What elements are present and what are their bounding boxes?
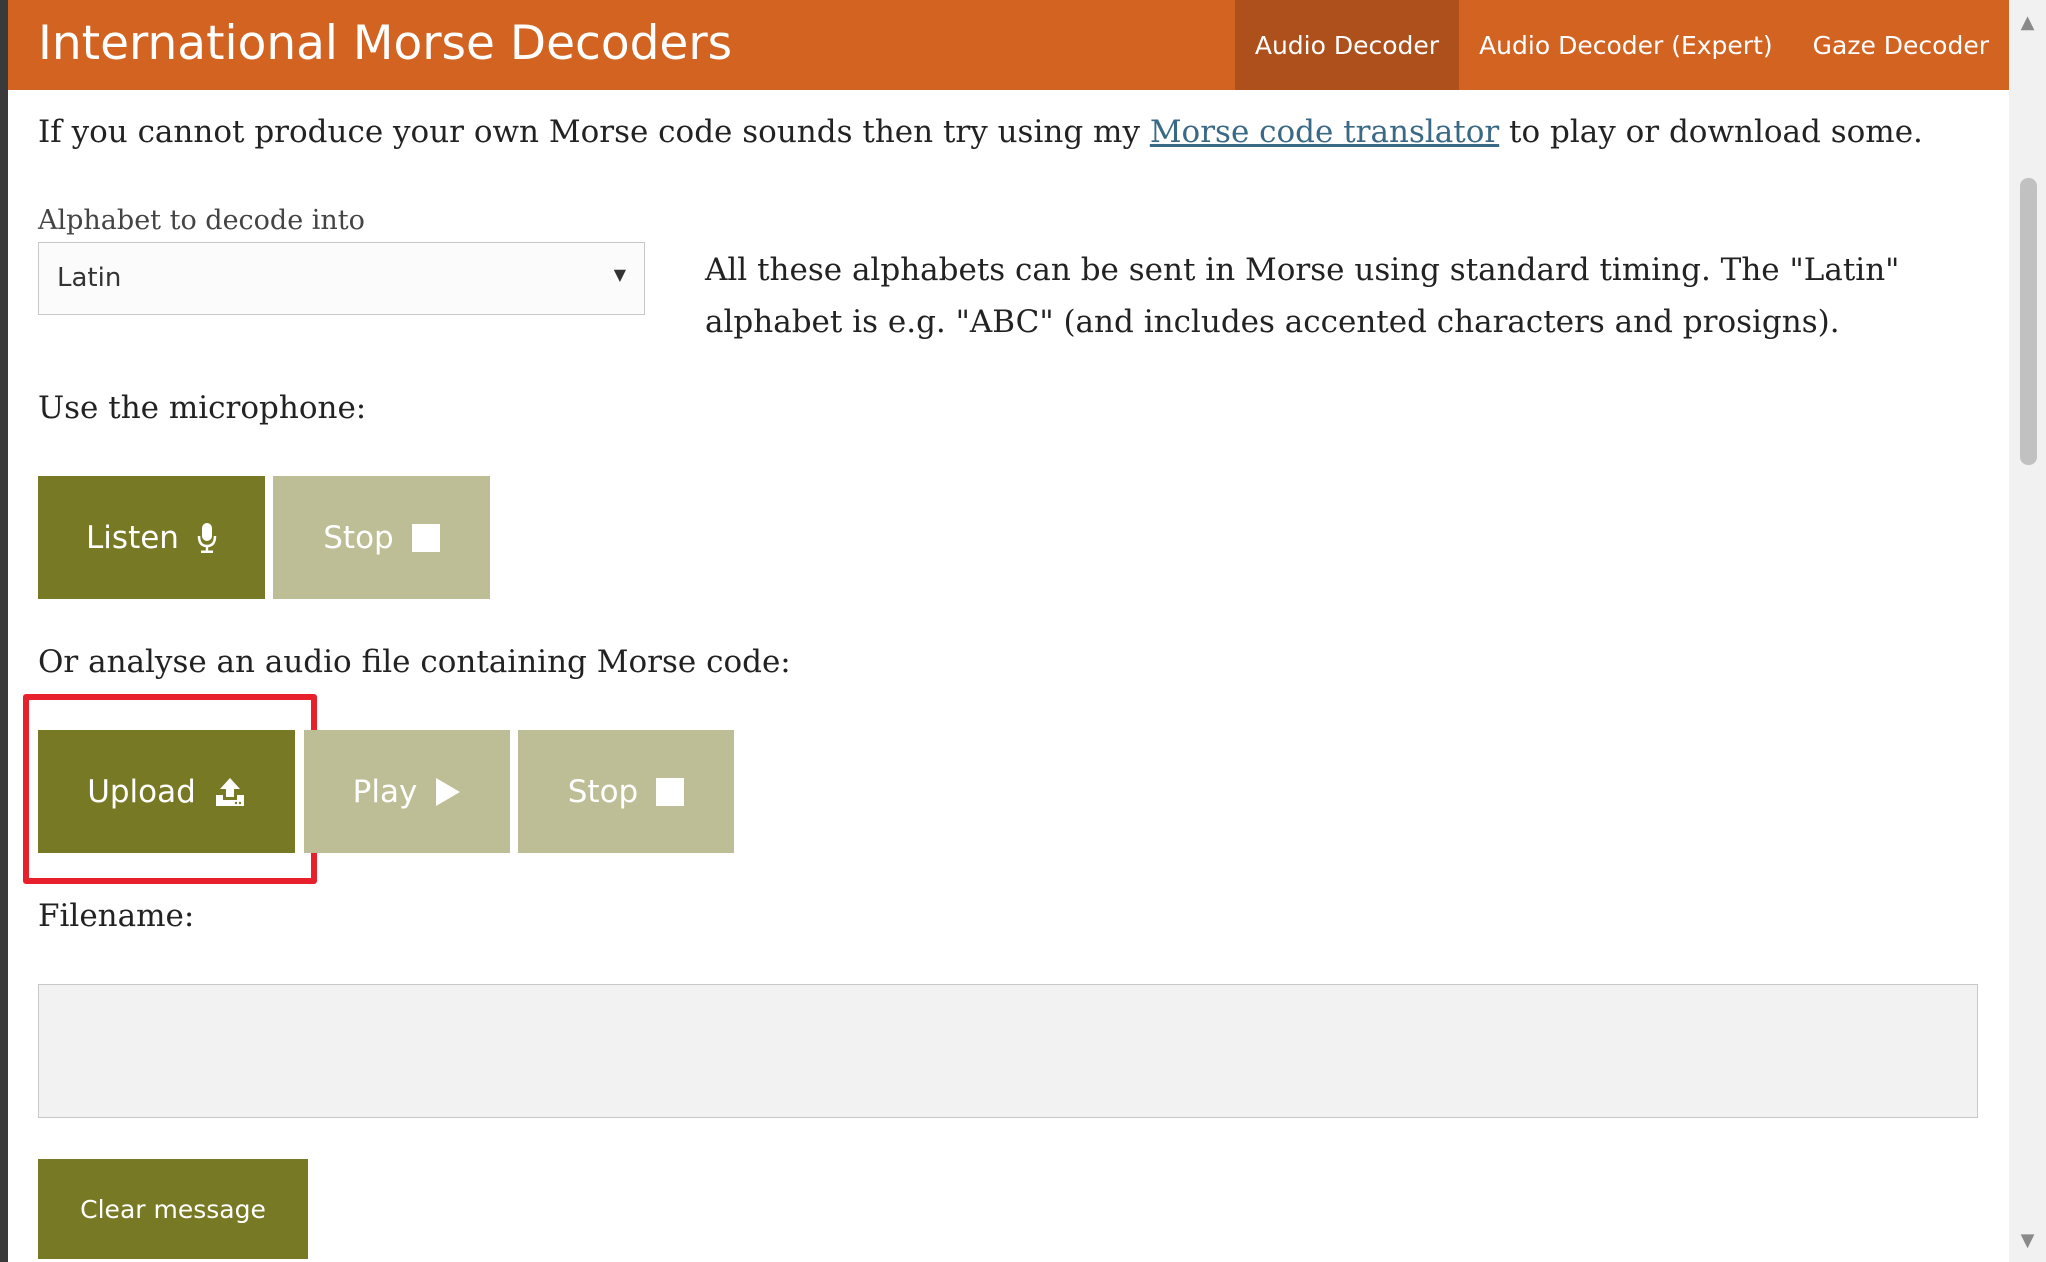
microphone-label: Use the microphone:	[38, 390, 367, 426]
nav-audio-decoder-expert[interactable]: Audio Decoder (Expert)	[1459, 0, 1793, 90]
scroll-down-arrow-icon[interactable]: ▼	[2009, 1222, 2046, 1258]
stop-square-icon	[411, 523, 440, 552]
clear-message-button[interactable]: Clear message	[38, 1159, 308, 1259]
intro-text: If you cannot produce your own Morse cod…	[38, 114, 1923, 150]
file-stop-button[interactable]: Stop	[518, 730, 734, 853]
site-title[interactable]: International Morse Decoders	[38, 16, 732, 71]
filename-display	[38, 984, 1978, 1118]
upload-highlight-box	[23, 694, 317, 884]
stop-square-icon	[656, 777, 685, 806]
alphabet-select-value: Latin	[57, 263, 122, 293]
caret-down-icon: ▼	[613, 265, 626, 284]
clear-message-button-label: Clear message	[80, 1194, 266, 1224]
site-header: International Morse Decoders Audio Decod…	[8, 0, 2009, 90]
play-button[interactable]: Play	[304, 730, 510, 853]
alphabet-select[interactable]: Latin ▼	[38, 242, 645, 315]
scroll-up-arrow-icon[interactable]: ▲	[2009, 4, 2046, 40]
mic-stop-button[interactable]: Stop	[273, 476, 490, 599]
window-left-edge	[0, 0, 8, 1262]
top-nav: Audio Decoder Audio Decoder (Expert) Gaz…	[1234, 0, 2009, 90]
filename-label: Filename:	[38, 898, 195, 934]
audio-file-label: Or analyse an audio file containing Mors…	[38, 644, 791, 680]
listen-button-label: Listen	[86, 519, 179, 556]
intro-text-end: to play or download some.	[1499, 114, 1923, 150]
play-icon	[436, 777, 461, 806]
nav-audio-decoder[interactable]: Audio Decoder	[1234, 0, 1460, 90]
nav-gaze-decoder[interactable]: Gaze Decoder	[1793, 0, 2009, 90]
intro-text-start: If you cannot produce your own Morse cod…	[38, 114, 1150, 150]
listen-button[interactable]: Listen	[38, 476, 265, 599]
scroll-thumb[interactable]	[2020, 178, 2037, 465]
alphabet-note: All these alphabets can be sent in Morse…	[705, 252, 1900, 340]
morse-translator-link[interactable]: Morse code translator	[1150, 114, 1499, 150]
play-button-label: Play	[352, 773, 418, 810]
file-stop-button-label: Stop	[567, 773, 639, 810]
microphone-icon	[197, 522, 217, 553]
vertical-scrollbar[interactable]: ▲ ▼	[2009, 0, 2046, 1262]
mic-stop-button-label: Stop	[323, 519, 394, 556]
alphabet-label: Alphabet to decode into	[38, 205, 365, 236]
